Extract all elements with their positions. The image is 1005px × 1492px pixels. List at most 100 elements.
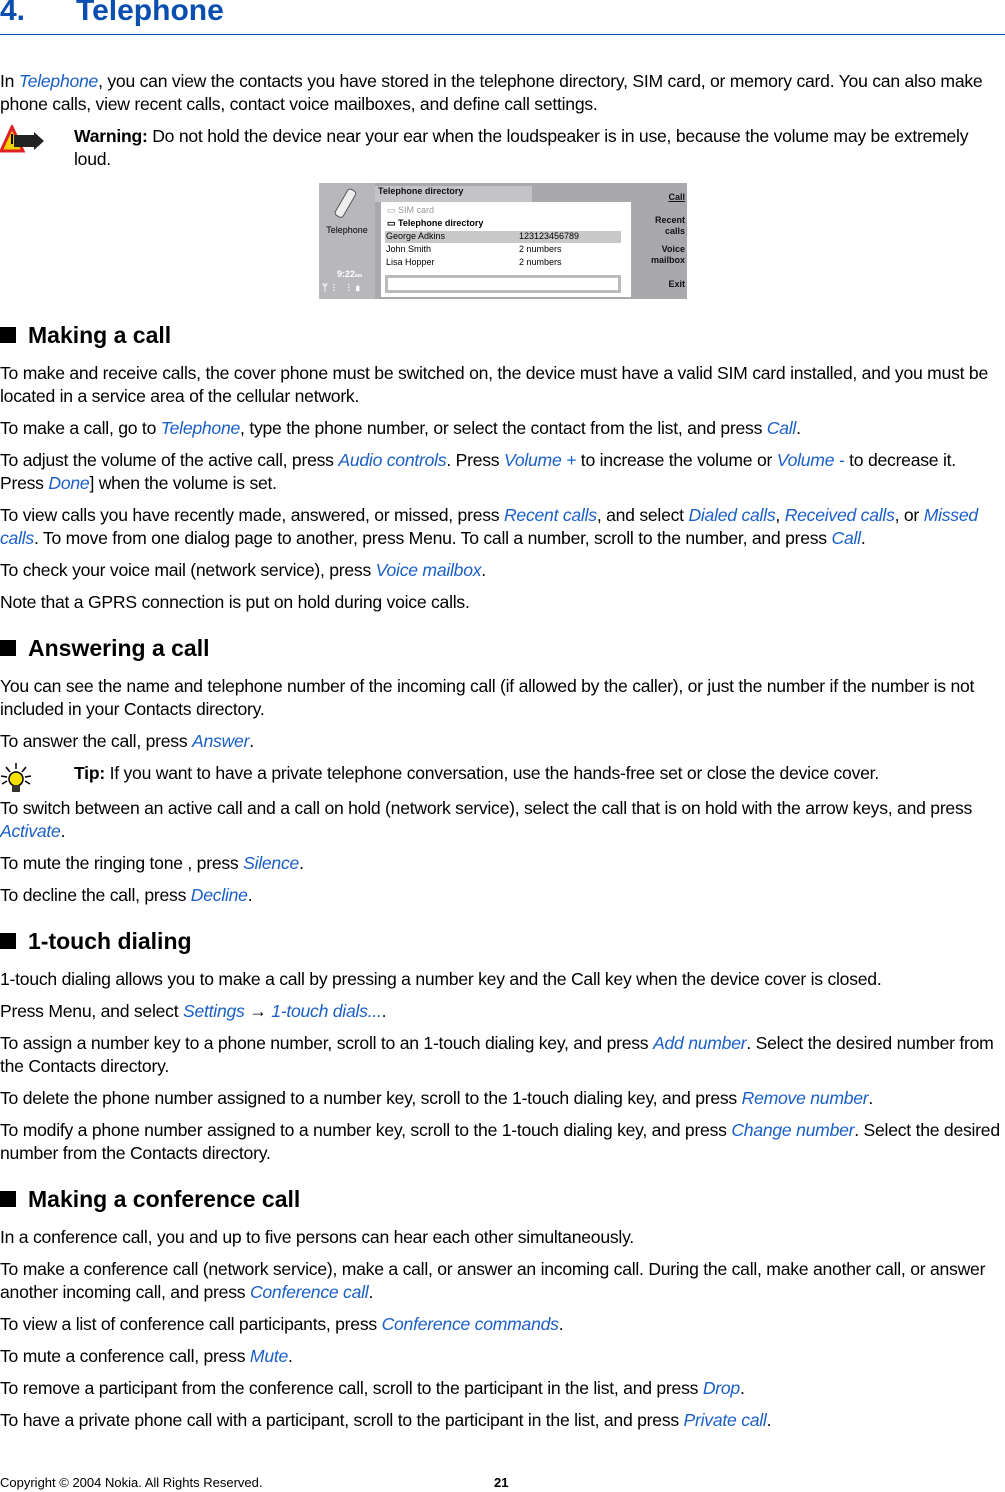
command-link[interactable]: Volume + (504, 450, 576, 470)
contact-name: George Adkins (386, 231, 446, 241)
command-link[interactable]: Silence (243, 853, 299, 873)
chapter-title: 4. Telephone (0, 0, 224, 28)
text-run: . To move from one dialog page to anothe… (33, 528, 832, 548)
command-exit[interactable]: Exit (668, 279, 685, 290)
phone-icon (334, 188, 357, 218)
text-run: . (860, 528, 866, 548)
command-link[interactable]: Dialed calls (688, 505, 775, 525)
text-run: To assign a number key to a phone number… (0, 1033, 653, 1053)
text-run: In a conference call, you and up to five… (0, 1227, 634, 1247)
clock: 9:22am (337, 269, 362, 282)
section-bullet-icon (0, 1191, 16, 1207)
text-run: To make a call, go to (0, 418, 161, 438)
command-link[interactable]: Telephone (161, 418, 241, 438)
text-run: . (868, 1088, 874, 1108)
text-run: Do not hold the device near your ear whe… (74, 126, 969, 169)
note-label: Warning: (74, 126, 148, 146)
paragraph: To have a private phone call with a part… (0, 1409, 1003, 1432)
command-link[interactable]: Decline (191, 885, 248, 905)
section-bullet-icon (0, 327, 16, 343)
folder-icon: ▭ (387, 205, 399, 215)
text-run: If you want to have a private telephone … (104, 763, 880, 783)
paragraph: To make a conference call (network servi… (0, 1258, 1003, 1304)
text-run: To mute a conference call, press (0, 1346, 250, 1366)
command-link[interactable]: Add number (653, 1033, 747, 1053)
document-body: In Telephone, you can view the contacts … (0, 70, 1003, 1441)
folder-telephone-directory: ▭ Telephone directory (387, 218, 483, 229)
text-run: . (796, 418, 801, 438)
command-link[interactable]: Conference call (250, 1282, 369, 1302)
text-run: . (739, 1378, 745, 1398)
text-run: . (368, 1282, 374, 1302)
signal-battery-icon: ᛘ⫶ ⫶▮ (322, 283, 364, 294)
app-name: Telephone (326, 225, 368, 235)
clock-suffix: am (355, 273, 363, 279)
command-link[interactable]: Drop (703, 1378, 740, 1398)
command-link[interactable]: 1-touch dials... (271, 1001, 382, 1021)
text-run: To modify a phone number assigned to a n… (0, 1120, 732, 1140)
section-heading: Answering a call (0, 634, 1003, 662)
command-link[interactable]: Conference commands (382, 1314, 559, 1334)
command-voice-mailbox[interactable]: Voice mailbox (645, 244, 685, 266)
command-link[interactable]: Change number (731, 1120, 854, 1140)
text-run: To remove a participant from the confere… (0, 1378, 703, 1398)
command-link[interactable]: Volume - (777, 450, 845, 470)
search-input[interactable] (385, 275, 621, 293)
contact-row[interactable]: George Adkins 123123456789 (385, 231, 621, 243)
warning-note: Warning: Do not hold the device near you… (0, 123, 1003, 171)
text-run: You can see the name and telephone numbe… (0, 676, 975, 719)
screen-header: Telephone directory (375, 186, 532, 202)
command-link[interactable]: Audio controls (338, 450, 446, 470)
text-run: , type the phone number, or select the c… (240, 418, 767, 438)
contact-row[interactable]: Lisa Hopper 2 numbers (385, 257, 621, 269)
section-heading-text: Answering a call (28, 635, 210, 661)
text-run: . (288, 1346, 293, 1366)
contact-name: Lisa Hopper (386, 257, 435, 267)
warning-icon (0, 123, 46, 161)
command-link[interactable]: Call (767, 418, 797, 438)
title-rule (0, 34, 1005, 35)
paragraph: To decline the call, press Decline. (0, 884, 1003, 907)
command-link[interactable]: Settings (183, 1001, 245, 1021)
section-heading: 1-touch dialing (0, 927, 1003, 955)
command-link[interactable]: Voice mailbox (376, 560, 482, 580)
paragraph: Press Menu, and select Settings → 1-touc… (0, 1000, 1003, 1023)
text-run: To make a conference call (network servi… (0, 1259, 986, 1302)
text-run: . (766, 1410, 772, 1430)
paragraph: To delete the phone number assigned to a… (0, 1087, 1003, 1110)
paragraph: To mute a conference call, press Mute. (0, 1345, 1003, 1368)
paragraph: To mute the ringing tone , press Silence… (0, 852, 1003, 875)
command-link[interactable]: Call (832, 528, 862, 548)
command-link[interactable]: Received calls (785, 505, 895, 525)
folder-sim-card: ▭ SIM card (387, 205, 434, 216)
command-link[interactable]: Telephone (19, 71, 99, 91)
text-run: To view calls you have recently made, an… (0, 505, 504, 525)
chapter-title-text: Telephone (76, 0, 224, 27)
text-run: to increase the volume or (576, 450, 777, 470)
text-run: To mute the ringing tone , press (0, 853, 244, 873)
folder-label[interactable]: Telephone directory (398, 218, 483, 228)
command-call[interactable]: Call (668, 192, 685, 203)
command-link[interactable]: Answer (192, 731, 249, 751)
command-recent-calls[interactable]: Recent calls (645, 215, 685, 237)
command-link[interactable]: Recent calls (504, 505, 597, 525)
section-heading: Making a conference call (0, 1185, 1003, 1213)
tip-lightbulb-icon (0, 762, 36, 802)
text-run: → (244, 1001, 272, 1021)
text-run: , and select (596, 505, 689, 525)
text-run: . (249, 731, 254, 751)
page-number: 21 (494, 1475, 509, 1490)
contact-number: 2 numbers (519, 257, 562, 267)
command-link[interactable]: Activate (0, 821, 61, 841)
text-run: , or (894, 505, 924, 525)
text-run: ] when the volume is set. (89, 473, 277, 493)
contact-row[interactable]: John Smith 2 numbers (385, 244, 621, 256)
command-link[interactable]: Done (48, 473, 89, 493)
command-link[interactable]: Remove number (742, 1088, 869, 1108)
command-link[interactable]: Private call (684, 1410, 767, 1430)
command-link[interactable]: Mute (250, 1346, 288, 1366)
note-label: Tip: (74, 763, 105, 783)
text-run: Note that a GPRS connection is put on ho… (0, 592, 470, 612)
folder-label[interactable]: SIM card (398, 205, 434, 215)
footer: Copyright © 2004 Nokia. All Rights Reser… (0, 1475, 1005, 1490)
